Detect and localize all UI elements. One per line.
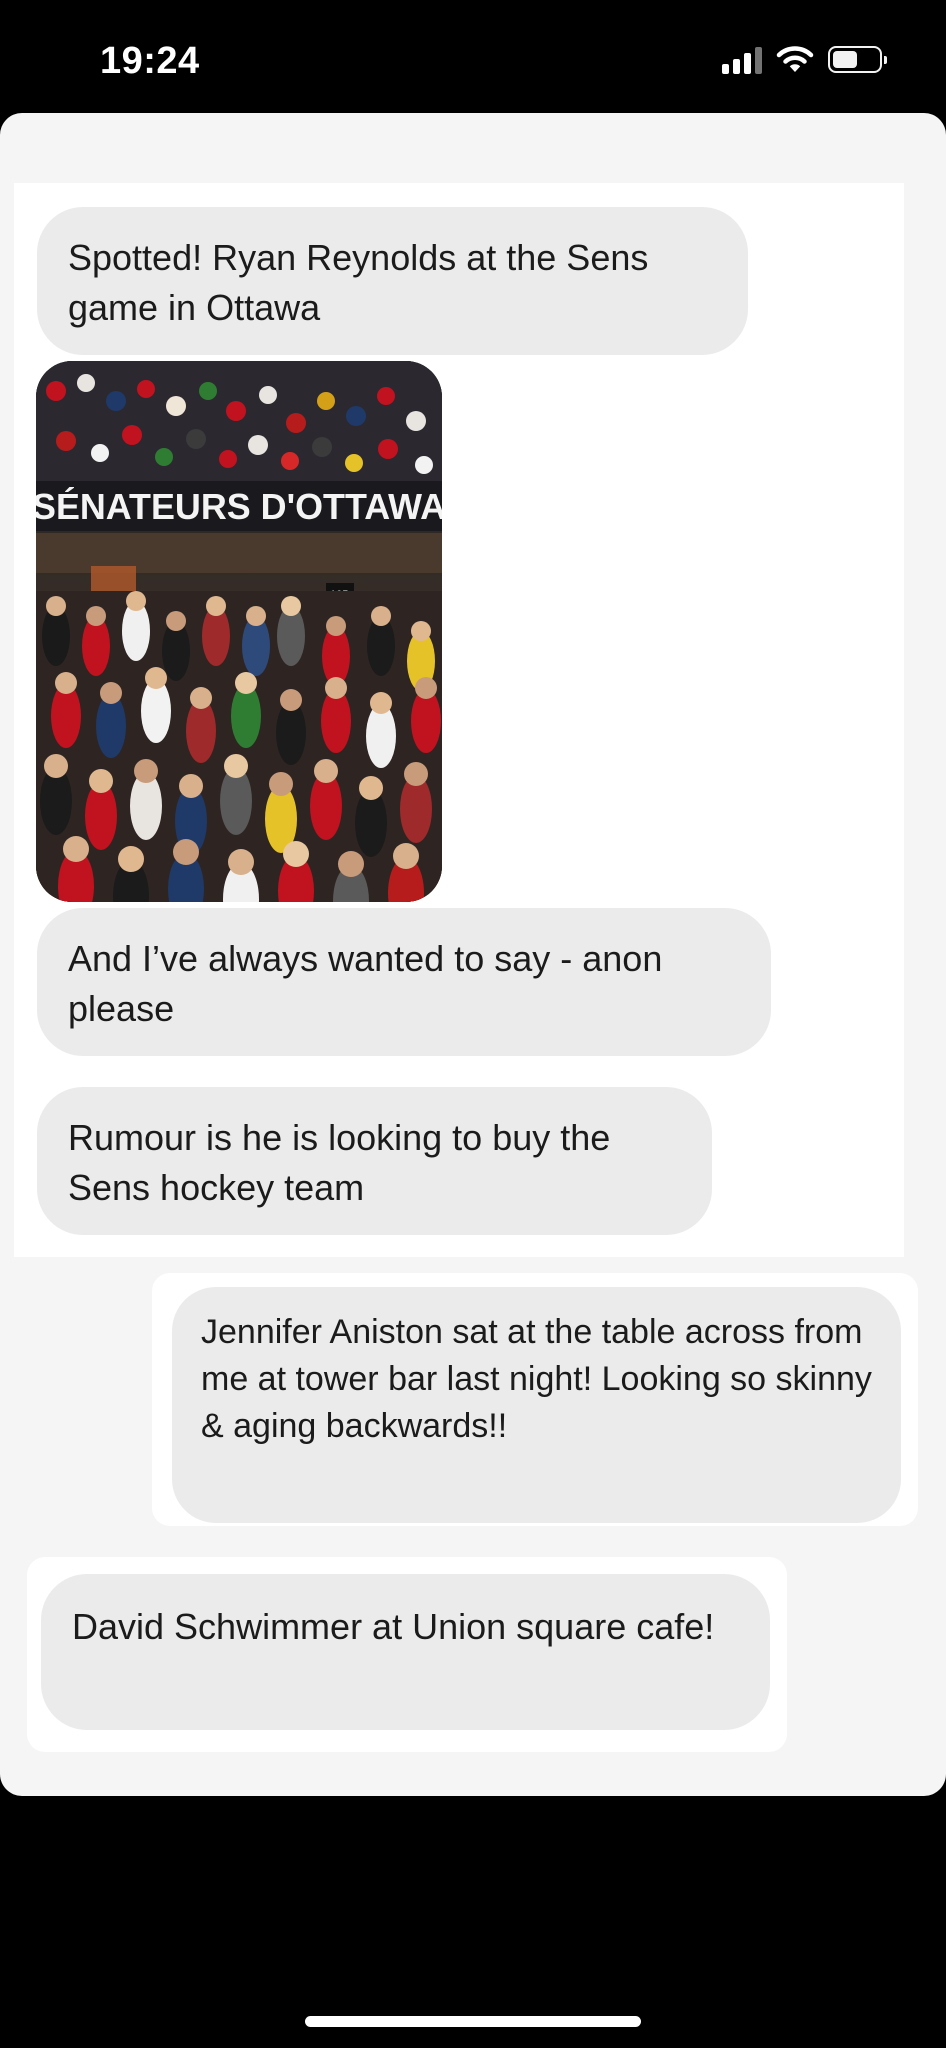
- status-time: 19:24: [100, 40, 200, 82]
- status-icons: [722, 44, 887, 74]
- cellular-signal-icon: [722, 44, 762, 74]
- battery-icon: [828, 45, 887, 73]
- message-bubble[interactable]: And I’ve always wanted to say - anon ple…: [37, 908, 771, 1056]
- message-bubble[interactable]: David Schwimmer at Union square cafe!: [41, 1574, 770, 1730]
- message-bubble[interactable]: Jennifer Aniston sat at the table across…: [172, 1287, 901, 1523]
- crowd-lower: [36, 591, 442, 902]
- status-bar: 19:24: [0, 0, 946, 112]
- crowd-upper: [36, 361, 442, 481]
- wifi-icon: [776, 45, 814, 72]
- arena-sign-text: SÉNATEURS D'OTTAWA: [36, 486, 442, 527]
- message-bubble[interactable]: Spotted! Ryan Reynolds at the Sens game …: [37, 207, 748, 355]
- shared-screenshot-card: Spotted! Ryan Reynolds at the Sens game …: [0, 113, 946, 1796]
- message-bubble[interactable]: Rumour is he is looking to buy the Sens …: [37, 1087, 712, 1235]
- hockey-crowd-photo[interactable]: SÉNATEURS D'OTTAWA 105: [36, 361, 442, 902]
- home-indicator[interactable]: [305, 2016, 641, 2027]
